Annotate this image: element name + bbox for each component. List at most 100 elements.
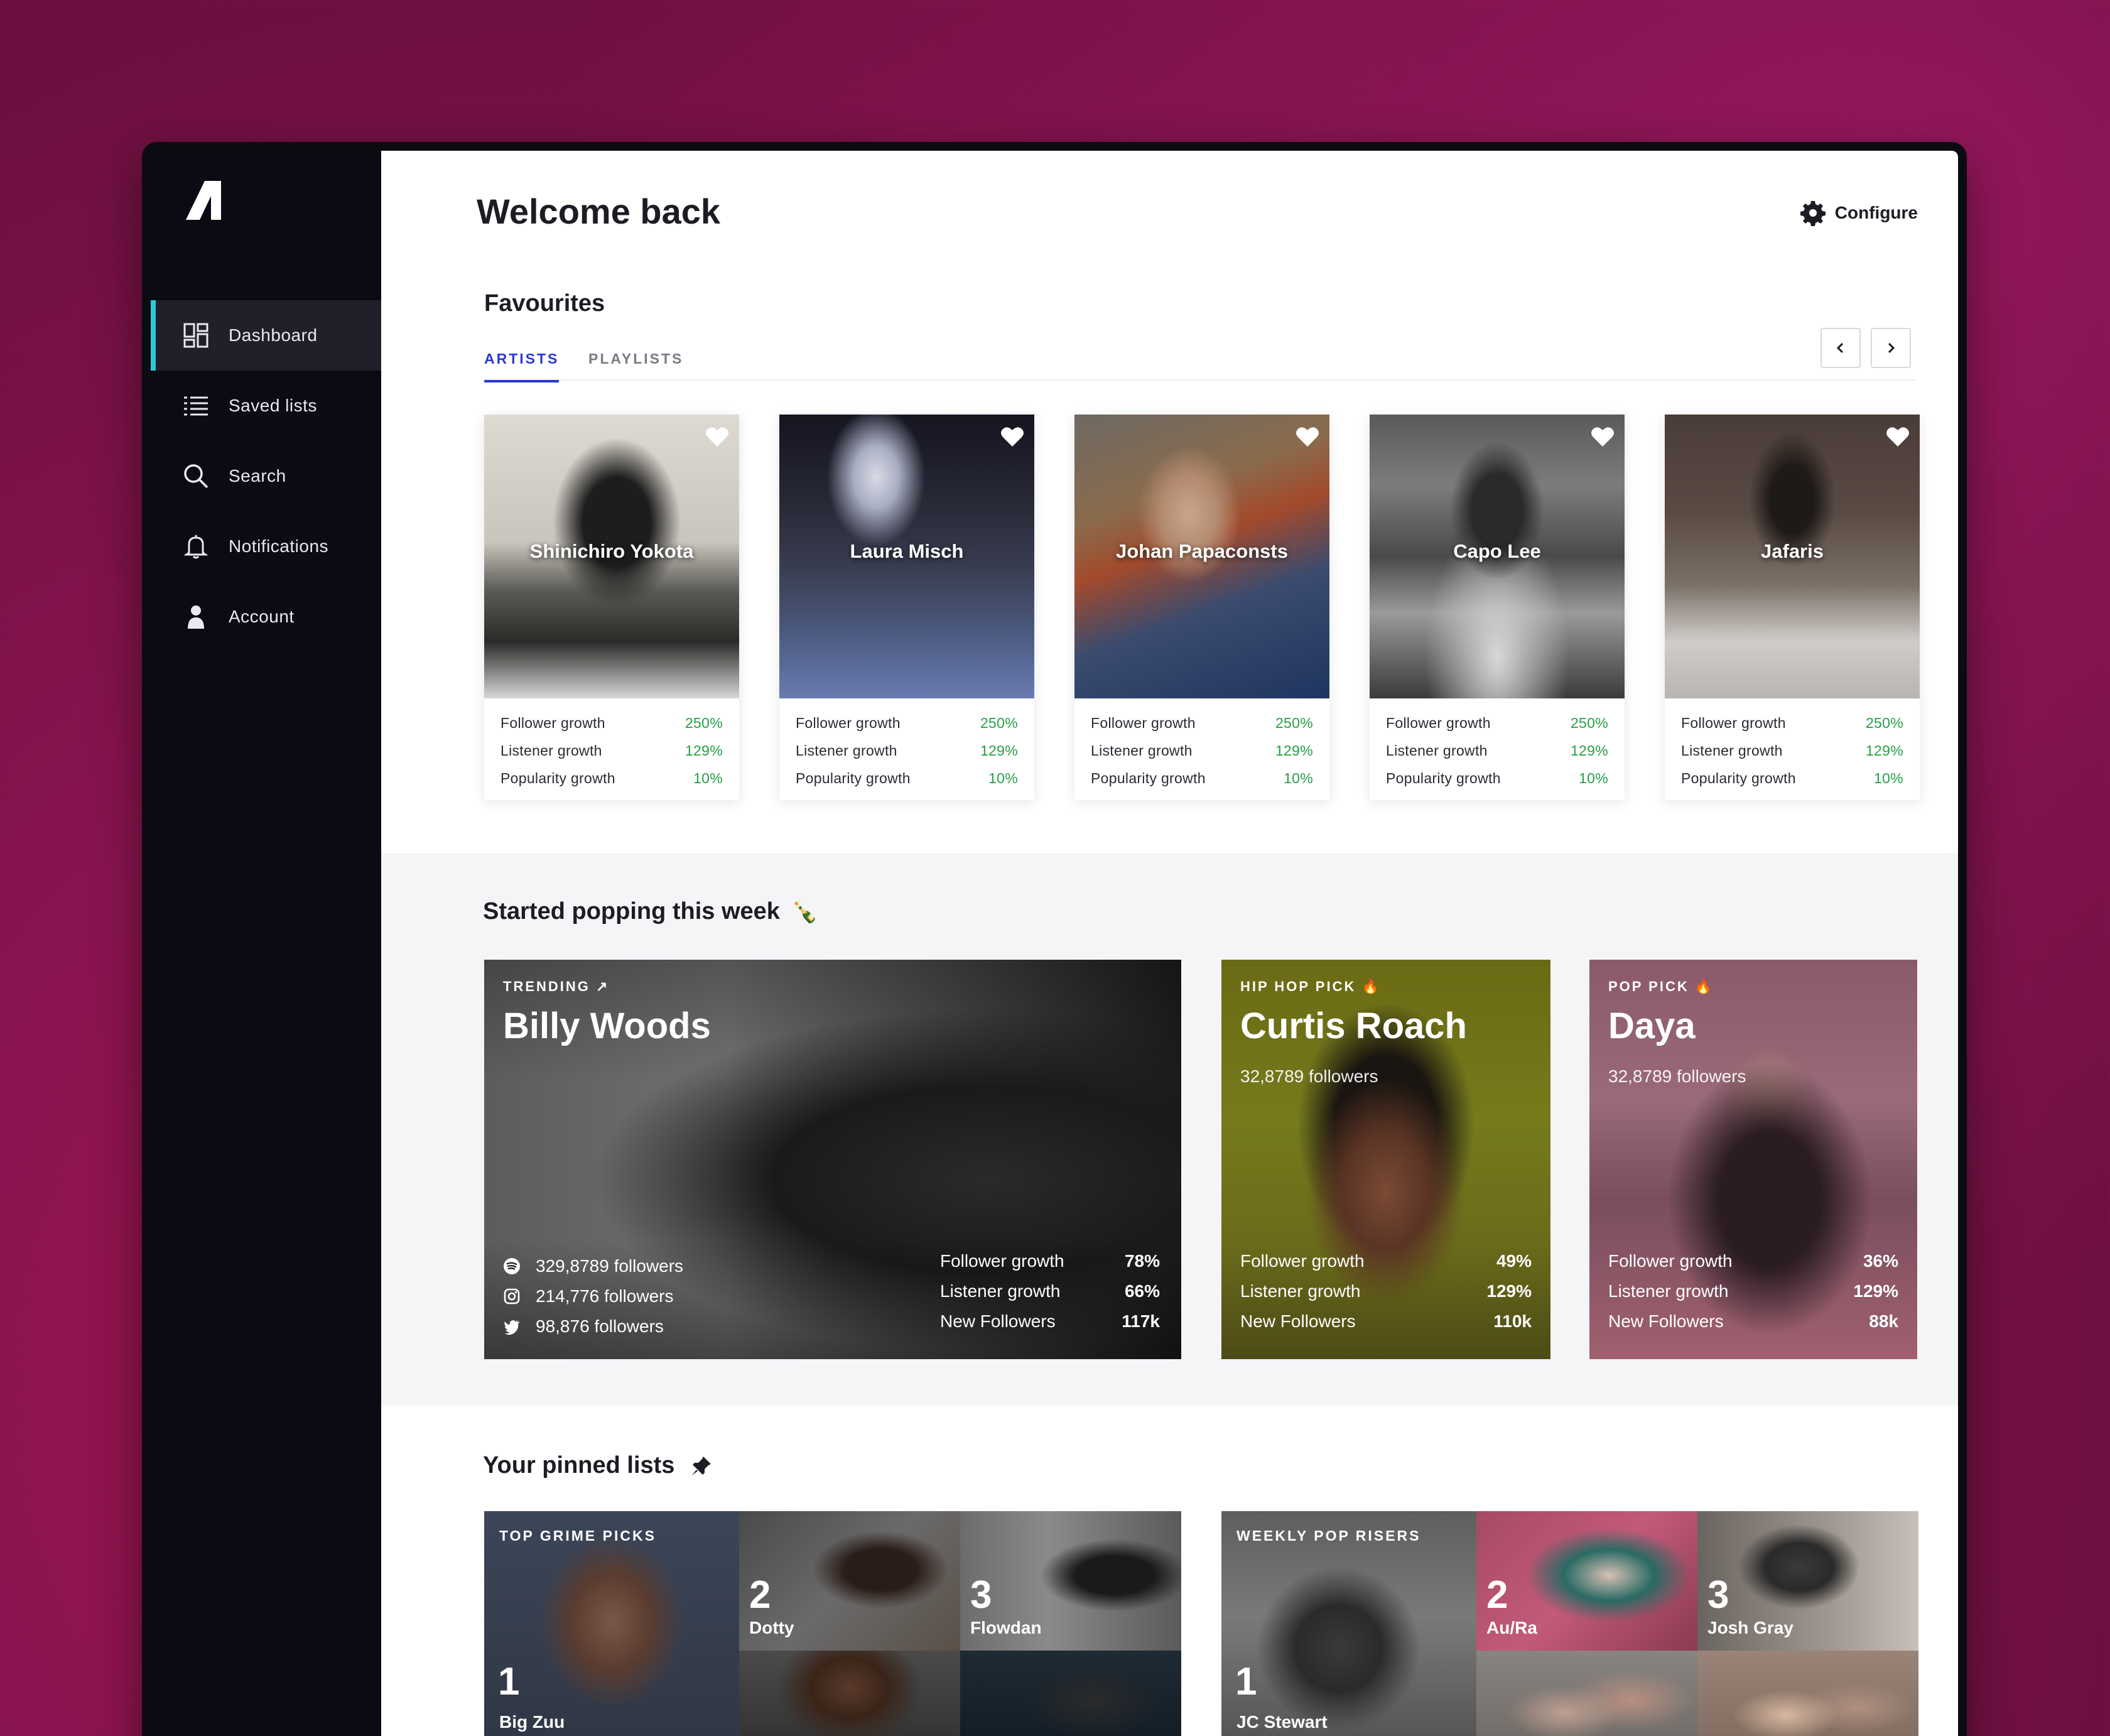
growth-stats: Follower growth 78% Listener growth 66% Ne… bbox=[940, 1251, 1160, 1342]
list-entry[interactable]: 5 bbox=[1697, 1651, 1918, 1736]
sidebar-item-dashboard[interactable]: Dashboard bbox=[151, 300, 381, 371]
artist-card[interactable]: Jafaris Follower growth 250% Listener gro… bbox=[1665, 415, 1920, 800]
stat-row: Listener growth 129% bbox=[1681, 742, 1903, 770]
heart-icon[interactable] bbox=[1886, 426, 1910, 447]
list-entry[interactable]: TOP GRIME PICKS 1 Big Zuu bbox=[484, 1511, 739, 1736]
favourites-carousel: Shinichiro Yokota Follower growth 250% Li… bbox=[484, 415, 1920, 800]
spotify-followers: 329,8789 followers bbox=[536, 1256, 684, 1276]
artist-name: Johan Papaconsts bbox=[1116, 540, 1288, 562]
growth-value: 129% bbox=[1853, 1281, 1898, 1301]
entry-rank: 2 bbox=[1486, 1573, 1508, 1617]
entry-rank: 4 bbox=[749, 1731, 771, 1736]
stat-label: Popularity growth bbox=[500, 770, 615, 786]
stat-label: Listener growth bbox=[500, 742, 602, 759]
trending-artist-name: Billy Woods bbox=[503, 1006, 711, 1046]
list-entry[interactable]: 5 bbox=[960, 1651, 1181, 1736]
pinned-list-card[interactable]: WEEKLY POP RISERS 1 JC Stewart 2 Au/Ra 3… bbox=[1221, 1511, 1918, 1736]
artist-card[interactable]: Capo Lee Follower growth 250% Listener gr… bbox=[1370, 415, 1625, 800]
sidebar-nav: Dashboard Saved lists Search Notificatio… bbox=[151, 300, 381, 652]
stat-value: 129% bbox=[1865, 742, 1903, 759]
trending-tag: TRENDING ↗ bbox=[503, 979, 609, 995]
pick-tag: POP PICK 🔥 bbox=[1608, 979, 1714, 994]
artist-stats: Follower growth 250% Listener growth 129% … bbox=[1370, 698, 1625, 798]
list-entry[interactable]: 2 Dotty bbox=[739, 1511, 960, 1651]
app-logo[interactable] bbox=[186, 181, 221, 220]
favourites-title-text: Favourites bbox=[484, 290, 605, 317]
pop-pick-card[interactable]: POP PICK 🔥 Daya 32,8789 followers Follow… bbox=[1589, 960, 1917, 1359]
growth-row: Listener growth 129% bbox=[1608, 1281, 1898, 1311]
stat-label: Follower growth bbox=[1091, 715, 1196, 731]
stat-value: 250% bbox=[1865, 715, 1903, 731]
heart-icon[interactable] bbox=[705, 426, 729, 447]
growth-value: 78% bbox=[1124, 1251, 1160, 1271]
stat-row: Follower growth 250% bbox=[796, 715, 1018, 742]
sidebar-item-search[interactable]: Search bbox=[151, 441, 381, 511]
list-entry[interactable]: 3 Josh Gray bbox=[1697, 1511, 1918, 1651]
heart-icon[interactable] bbox=[1591, 426, 1615, 447]
list-entry[interactable]: 4 bbox=[1476, 1651, 1697, 1736]
stat-row: Follower growth 250% bbox=[1386, 715, 1608, 742]
stat-row: Popularity growth 10% bbox=[500, 770, 723, 798]
entry-rank: 1 bbox=[1235, 1660, 1257, 1703]
pin-icon bbox=[692, 1456, 711, 1475]
configure-button[interactable]: Configure bbox=[1800, 200, 1918, 226]
stat-row: Follower growth 250% bbox=[1091, 715, 1313, 742]
entry-name: Josh Gray bbox=[1707, 1618, 1794, 1637]
growth-value: 110k bbox=[1493, 1311, 1532, 1331]
prev-button[interactable] bbox=[1821, 328, 1861, 368]
entry-name: JC Stewart bbox=[1236, 1712, 1328, 1732]
growth-row: Listener growth 66% bbox=[940, 1281, 1160, 1311]
sidebar-item-account[interactable]: Account bbox=[151, 582, 381, 652]
entry-name: Dotty bbox=[749, 1618, 794, 1637]
pinned-list-card[interactable]: TOP GRIME PICKS 1 Big Zuu 2 Dotty 3 Flow… bbox=[484, 1511, 1181, 1736]
growth-row: Listener growth 129% bbox=[1240, 1281, 1532, 1311]
chevron-left-icon bbox=[1836, 342, 1844, 354]
growth-label: Listener growth bbox=[1608, 1281, 1729, 1301]
next-button[interactable] bbox=[1871, 328, 1911, 368]
growth-row: Follower growth 49% bbox=[1240, 1251, 1532, 1281]
sidebar: Dashboard Saved lists Search Notificatio… bbox=[151, 151, 381, 1736]
page-title: Welcome back bbox=[477, 192, 721, 231]
tab-artists[interactable]: ARTISTS bbox=[484, 350, 560, 382]
instagram-followers: 214,776 followers bbox=[536, 1286, 674, 1306]
artist-stats: Follower growth 250% Listener growth 129% … bbox=[1665, 698, 1920, 798]
growth-value: 36% bbox=[1863, 1251, 1898, 1271]
list-entry[interactable]: 3 Flowdan bbox=[960, 1511, 1181, 1651]
artist-name: Laura Misch bbox=[850, 540, 964, 562]
list-entry[interactable]: 4 bbox=[739, 1651, 960, 1736]
trending-card[interactable]: TRENDING ↗ Billy Woods 329,8789 follower… bbox=[484, 960, 1181, 1359]
artist-photo: Jafaris bbox=[1665, 415, 1920, 698]
artist-card[interactable]: Shinichiro Yokota Follower growth 250% Li… bbox=[484, 415, 739, 800]
social-row: 214,776 followers bbox=[503, 1281, 683, 1311]
sidebar-item-notifications[interactable]: Notifications bbox=[151, 511, 381, 582]
stat-label: Popularity growth bbox=[796, 770, 911, 786]
stat-value: 10% bbox=[693, 770, 723, 786]
list-entry[interactable]: WEEKLY POP RISERS 1 JC Stewart bbox=[1221, 1511, 1476, 1736]
artist-photo: Johan Papaconsts bbox=[1074, 415, 1329, 698]
growth-value: 117k bbox=[1122, 1311, 1160, 1331]
stat-row: Listener growth 129% bbox=[1386, 742, 1608, 770]
artist-card[interactable]: Johan Papaconsts Follower growth 250% Lis… bbox=[1074, 415, 1329, 800]
entry-name: Big Zuu bbox=[499, 1712, 565, 1732]
growth-row: New Followers 110k bbox=[1240, 1311, 1532, 1342]
pick-tag: HIP HOP PICK 🔥 bbox=[1240, 979, 1381, 994]
list-tag: WEEKLY POP RISERS bbox=[1236, 1527, 1421, 1544]
entry-name: Au/Ra bbox=[1486, 1618, 1537, 1637]
tab-playlists[interactable]: PLAYLISTS bbox=[588, 350, 683, 380]
sidebar-item-label: Notifications bbox=[229, 536, 329, 556]
app-window: Dashboard Saved lists Search Notificatio… bbox=[151, 151, 1958, 1736]
list-entry[interactable]: 2 Au/Ra bbox=[1476, 1511, 1697, 1651]
artist-name: Shinichiro Yokota bbox=[529, 540, 694, 562]
artist-card[interactable]: Laura Misch Follower growth 250% Listener… bbox=[779, 415, 1034, 800]
spotify-icon bbox=[504, 1258, 520, 1274]
hiphop-pick-card[interactable]: HIP HOP PICK 🔥 Curtis Roach 32,8789 foll… bbox=[1221, 960, 1550, 1359]
stat-row: Popularity growth 10% bbox=[1091, 770, 1313, 798]
twitter-followers: 98,876 followers bbox=[536, 1316, 664, 1336]
popping-title-text: Started popping this week bbox=[483, 898, 780, 925]
favourites-title: Favourites bbox=[484, 290, 605, 317]
heart-icon[interactable] bbox=[1000, 426, 1024, 447]
sidebar-item-saved-lists[interactable]: Saved lists bbox=[151, 371, 381, 441]
artist-photo: Capo Lee bbox=[1370, 415, 1625, 698]
heart-icon[interactable] bbox=[1296, 426, 1319, 447]
dashboard-icon bbox=[182, 322, 210, 349]
